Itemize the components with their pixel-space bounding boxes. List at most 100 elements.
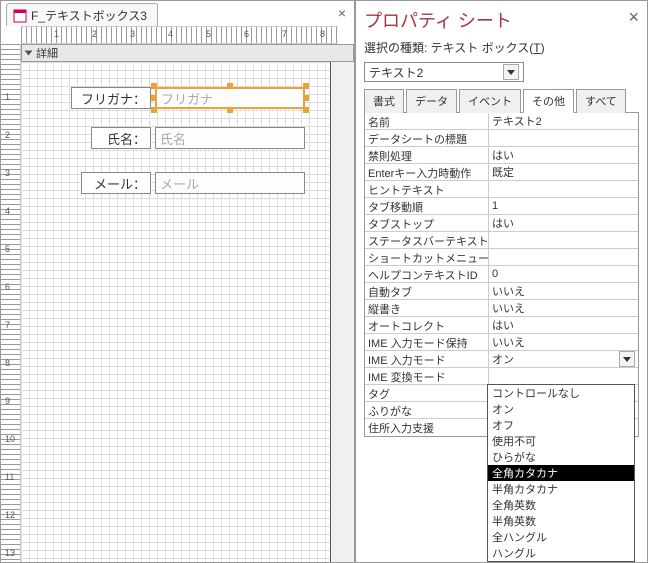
horizontal-ruler: 12345678	[21, 26, 338, 44]
dropdown-option[interactable]: 全角カタカナ	[488, 465, 634, 481]
form-icon	[13, 9, 27, 23]
property-name: 住所入力支援	[365, 419, 489, 436]
property-name: 名前	[365, 113, 489, 129]
object-selector-value: テキスト2	[369, 64, 423, 81]
object-selector[interactable]: テキスト2	[364, 62, 524, 82]
dropdown-option[interactable]: 全角英数	[488, 497, 634, 513]
chevron-down-icon[interactable]	[503, 64, 519, 80]
section-header-label: 詳細	[36, 45, 58, 61]
property-value[interactable]	[489, 249, 638, 265]
form-grid[interactable]: フリガナ：フリガナ氏名：氏名メール：メール	[21, 62, 331, 562]
property-name: タブストップ	[365, 215, 489, 231]
document-tab[interactable]: F_テキストボックス3	[6, 3, 158, 26]
selection-handle[interactable]	[227, 107, 233, 113]
selection-handle[interactable]	[227, 83, 233, 89]
selection-handle[interactable]	[151, 107, 157, 113]
property-name: IME 変換モード	[365, 368, 489, 384]
property-name: IME 入力モード	[365, 351, 489, 367]
property-tab[interactable]: その他	[523, 89, 574, 113]
document-tab-bar: F_テキストボックス3 ×	[1, 1, 354, 26]
property-value[interactable]: はい	[489, 317, 638, 333]
property-row[interactable]: Enterキー入力時動作既定	[365, 164, 638, 181]
property-name: ヘルプコンテキストID	[365, 266, 489, 282]
property-tab[interactable]: データ	[406, 89, 457, 113]
property-value[interactable]	[489, 368, 638, 384]
close-icon[interactable]: ×	[628, 7, 639, 28]
selection-handle[interactable]	[151, 83, 157, 89]
selection-handle[interactable]	[151, 95, 157, 101]
section-header-detail[interactable]: 詳細	[21, 44, 354, 62]
dropdown-option[interactable]: 使用不可	[488, 433, 634, 449]
property-row[interactable]: 禁則処理はい	[365, 147, 638, 164]
property-value[interactable]	[489, 232, 638, 248]
chevron-down-icon[interactable]	[619, 351, 635, 367]
property-row[interactable]: タブ移動順1	[365, 198, 638, 215]
property-row[interactable]: 自動タブいいえ	[365, 283, 638, 300]
property-value[interactable]	[489, 130, 638, 146]
property-name: 禁則処理	[365, 147, 489, 163]
property-value[interactable]	[489, 181, 638, 197]
property-value[interactable]: はい	[489, 147, 638, 163]
document-tab-label: F_テキストボックス3	[31, 7, 147, 24]
field-input[interactable]: 氏名	[155, 127, 305, 149]
field-label[interactable]: メール：	[81, 172, 151, 194]
property-value[interactable]: 既定	[489, 164, 638, 180]
property-name: データシートの標題	[365, 130, 489, 146]
property-value[interactable]: テキスト2	[489, 113, 638, 129]
field-label[interactable]: 氏名：	[91, 127, 151, 149]
property-sheet-title: プロパティ シート	[364, 7, 639, 33]
property-row[interactable]: 名前テキスト2	[365, 113, 638, 130]
selection-handle[interactable]	[303, 83, 309, 89]
property-name: タブ移動順	[365, 198, 489, 214]
property-row[interactable]: IME 入力モード保持いいえ	[365, 334, 638, 351]
property-tab[interactable]: イベント	[459, 89, 521, 113]
dropdown-option[interactable]: オフ	[488, 417, 634, 433]
property-name: タグ	[365, 385, 489, 401]
dropdown-option[interactable]: ハングル	[488, 545, 634, 561]
property-tab[interactable]: すべて	[576, 89, 626, 113]
property-tab[interactable]: 書式	[364, 89, 404, 113]
property-row[interactable]: オートコレクトはい	[365, 317, 638, 334]
dropdown-option[interactable]: 全ハングル	[488, 529, 634, 545]
property-value[interactable]: いいえ	[489, 283, 638, 299]
property-row[interactable]: IME 入力モードオン	[365, 351, 638, 368]
property-value[interactable]: はい	[489, 215, 638, 231]
close-icon[interactable]: ×	[338, 5, 346, 21]
property-value[interactable]: 1	[489, 198, 638, 214]
property-name: ふりがな	[365, 402, 489, 418]
property-row[interactable]: タブストップはい	[365, 215, 638, 232]
selection-handle[interactable]	[303, 107, 309, 113]
vertical-ruler: 12345678910111213	[1, 44, 21, 562]
property-row[interactable]: ショートカットメニューバー	[365, 249, 638, 266]
field-label[interactable]: フリガナ：	[71, 87, 151, 109]
selection-type: 選択の種類: テキスト ボックス(T)	[364, 39, 639, 56]
property-value[interactable]: オン	[489, 351, 638, 367]
selection-handle[interactable]	[303, 95, 309, 101]
property-name: Enterキー入力時動作	[365, 164, 489, 180]
property-row[interactable]: IME 変換モード	[365, 368, 638, 385]
dropdown-option[interactable]: 半角カタカナ	[488, 481, 634, 497]
property-row[interactable]: 縦書きいいえ	[365, 300, 638, 317]
property-row[interactable]: ステータスバーテキスト	[365, 232, 638, 249]
property-name: 自動タブ	[365, 283, 489, 299]
ime-mode-dropdown[interactable]: コントロールなしオンオフ使用不可ひらがな全角カタカナ半角カタカナ全角英数半角英数…	[487, 384, 635, 562]
property-row[interactable]: ヘルプコンテキストID0	[365, 266, 638, 283]
form-surface: フリガナ：フリガナ氏名：氏名メール：メール	[21, 62, 354, 562]
dropdown-option[interactable]: コントロールなし	[488, 385, 634, 401]
property-row[interactable]: ヒントテキスト	[365, 181, 638, 198]
dropdown-option[interactable]: オン	[488, 401, 634, 417]
dropdown-option[interactable]: 半角英数	[488, 513, 634, 529]
property-name: オートコレクト	[365, 317, 489, 333]
field-input[interactable]: メール	[155, 172, 305, 194]
property-value[interactable]: いいえ	[489, 334, 638, 350]
property-value[interactable]: 0	[489, 266, 638, 282]
field-input[interactable]: フリガナ	[155, 87, 305, 109]
expand-icon	[25, 51, 33, 56]
property-name: ショートカットメニューバー	[365, 249, 489, 265]
property-row[interactable]: データシートの標題	[365, 130, 638, 147]
property-name: ステータスバーテキスト	[365, 232, 489, 248]
property-name: IME 入力モード保持	[365, 334, 489, 350]
dropdown-option[interactable]: ひらがな	[488, 449, 634, 465]
property-value[interactable]: いいえ	[489, 300, 638, 316]
form-design-pane: F_テキストボックス3 × 12345678 12345678910111213…	[0, 0, 355, 563]
